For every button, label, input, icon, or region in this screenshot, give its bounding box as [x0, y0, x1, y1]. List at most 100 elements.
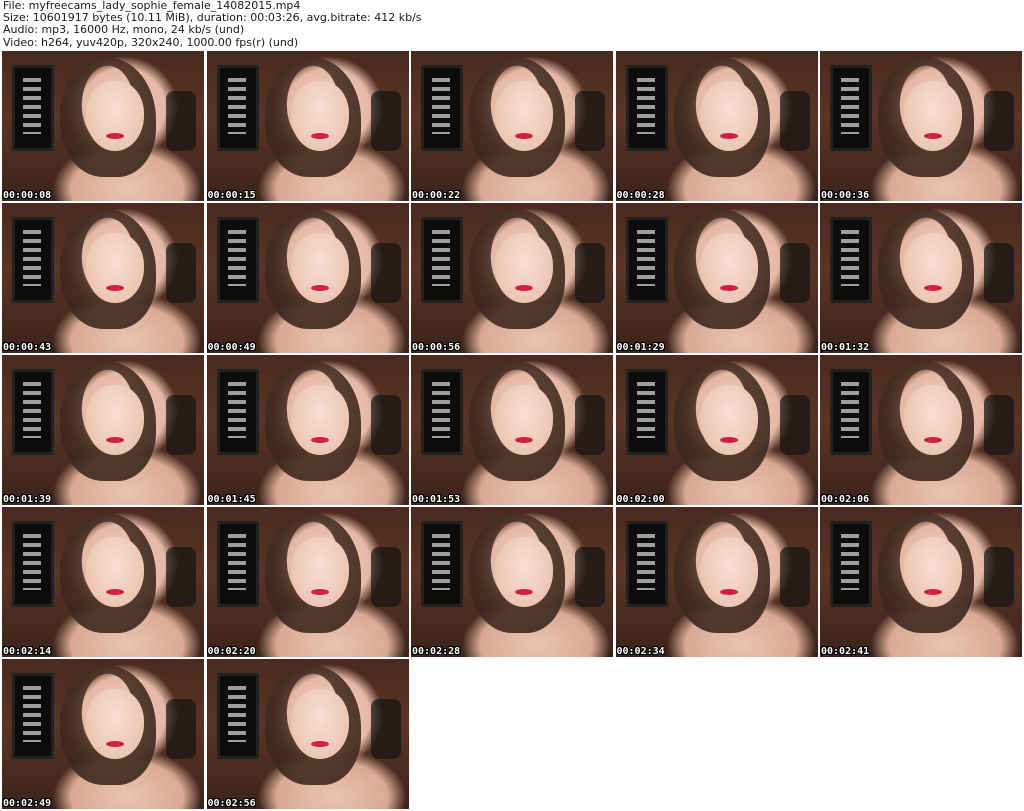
background-monitor-image	[12, 217, 54, 303]
background-chair-image	[779, 547, 810, 607]
background-chair-image	[575, 91, 605, 151]
video-frame-thumbnail[interactable]: 00:00:22	[411, 51, 613, 201]
video-frame-thumbnail[interactable]: 00:01:39	[2, 355, 204, 505]
background-monitor-image	[216, 521, 259, 607]
person-lips-image	[719, 589, 738, 595]
person-face-image	[495, 537, 553, 607]
background-chair-image	[166, 243, 196, 303]
video-info-line: Video: h264, yuv420p, 320x240, 1000.00 f…	[3, 36, 299, 49]
video-frame-thumbnail[interactable]: 00:00:15	[206, 51, 409, 201]
frame-timestamp: 00:00:49	[207, 342, 256, 353]
person-face-image	[290, 81, 349, 151]
frame-timestamp: 00:00:15	[207, 190, 256, 201]
video-frame-thumbnail[interactable]: 00:02:34	[615, 507, 818, 657]
person-lips-image	[515, 133, 533, 139]
background-monitor-image	[625, 521, 668, 607]
person-lips-image	[310, 437, 329, 443]
video-frame-thumbnail[interactable]: 00:01:32	[820, 203, 1022, 353]
video-frame-thumbnail[interactable]: 00:00:56	[411, 203, 613, 353]
background-monitor-image	[625, 65, 668, 151]
person-face-image	[495, 81, 553, 151]
video-frame-thumbnail[interactable]: 00:00:49	[206, 203, 409, 353]
frame-timestamp: 00:01:45	[207, 494, 256, 505]
video-frame-thumbnail[interactable]: 00:01:45	[206, 355, 409, 505]
background-chair-image	[370, 91, 401, 151]
person-face-image	[86, 385, 144, 455]
video-frame-thumbnail[interactable]: 00:02:28	[411, 507, 613, 657]
person-lips-image	[106, 437, 124, 443]
background-monitor-image	[830, 369, 872, 455]
person-face-image	[904, 537, 962, 607]
background-chair-image	[370, 243, 401, 303]
background-chair-image	[166, 395, 196, 455]
background-monitor-image	[830, 65, 872, 151]
frame-timestamp: 00:02:28	[412, 646, 461, 657]
frame-timestamp: 00:02:41	[821, 646, 870, 657]
person-face-image	[290, 537, 349, 607]
person-lips-image	[310, 741, 329, 747]
frame-timestamp: 00:00:36	[821, 190, 870, 201]
person-face-image	[904, 233, 962, 303]
background-chair-image	[166, 91, 196, 151]
background-monitor-image	[12, 369, 54, 455]
background-chair-image	[575, 243, 605, 303]
person-lips-image	[515, 285, 533, 291]
video-frame-thumbnail[interactable]: 00:02:00	[615, 355, 818, 505]
video-frame-thumbnail[interactable]: 00:02:56	[206, 659, 409, 809]
person-face-image	[699, 81, 758, 151]
frame-timestamp: 00:02:14	[3, 646, 52, 657]
video-frame-thumbnail[interactable]: 00:02:14	[2, 507, 204, 657]
frame-timestamp: 00:00:08	[3, 190, 52, 201]
background-monitor-image	[12, 65, 54, 151]
background-monitor-image	[421, 217, 463, 303]
video-frame-thumbnail[interactable]: 00:00:08	[2, 51, 204, 201]
file-name-line: File: myfreecams_lady_sophie_female_1408…	[3, 0, 301, 12]
background-monitor-image	[12, 521, 54, 607]
background-monitor-image	[830, 521, 872, 607]
background-chair-image	[984, 395, 1014, 455]
person-face-image	[699, 537, 758, 607]
person-face-image	[290, 385, 349, 455]
person-lips-image	[310, 589, 329, 595]
frame-timestamp: 00:00:22	[412, 190, 461, 201]
video-frame-thumbnail[interactable]: 00:02:06	[820, 355, 1022, 505]
file-info-header: File: myfreecams_lady_sophie_female_1408…	[3, 0, 1021, 50]
person-lips-image	[515, 437, 533, 443]
person-lips-image	[719, 437, 738, 443]
background-monitor-image	[830, 217, 872, 303]
person-face-image	[86, 537, 144, 607]
background-monitor-image	[12, 673, 54, 759]
background-chair-image	[370, 699, 401, 759]
background-monitor-image	[625, 217, 668, 303]
frame-timestamp: 00:00:56	[412, 342, 461, 353]
video-frame-thumbnail[interactable]: 00:00:36	[820, 51, 1022, 201]
background-monitor-image	[216, 673, 259, 759]
background-chair-image	[984, 243, 1014, 303]
video-frame-thumbnail[interactable]: 00:00:28	[615, 51, 818, 201]
audio-info-line: Audio: mp3, 16000 Hz, mono, 24 kb/s (und…	[3, 24, 245, 37]
background-monitor-image	[216, 65, 259, 151]
video-frame-thumbnail[interactable]: 00:02:49	[2, 659, 204, 809]
background-chair-image	[779, 91, 810, 151]
background-chair-image	[984, 91, 1014, 151]
frame-timestamp: 00:02:00	[616, 494, 665, 505]
frame-timestamp: 00:02:56	[207, 798, 256, 809]
background-chair-image	[779, 395, 810, 455]
background-monitor-image	[216, 369, 259, 455]
person-lips-image	[924, 285, 942, 291]
video-frame-thumbnail[interactable]: 00:01:53	[411, 355, 613, 505]
person-lips-image	[106, 589, 124, 595]
background-monitor-image	[421, 521, 463, 607]
thumbnail-grid: 00:00:08 00:00:15 00:00:22 00:00:28 00:00:36…	[2, 51, 1022, 809]
person-face-image	[495, 233, 553, 303]
person-face-image	[904, 81, 962, 151]
video-frame-thumbnail[interactable]: 00:02:41	[820, 507, 1022, 657]
person-lips-image	[719, 133, 738, 139]
frame-timestamp: 00:01:32	[821, 342, 870, 353]
person-lips-image	[924, 589, 942, 595]
video-frame-thumbnail[interactable]: 00:00:43	[2, 203, 204, 353]
video-frame-thumbnail[interactable]: 00:02:20	[206, 507, 409, 657]
frame-timestamp: 00:02:06	[821, 494, 870, 505]
video-frame-thumbnail[interactable]: 00:01:29	[615, 203, 818, 353]
frame-timestamp: 00:02:34	[616, 646, 665, 657]
